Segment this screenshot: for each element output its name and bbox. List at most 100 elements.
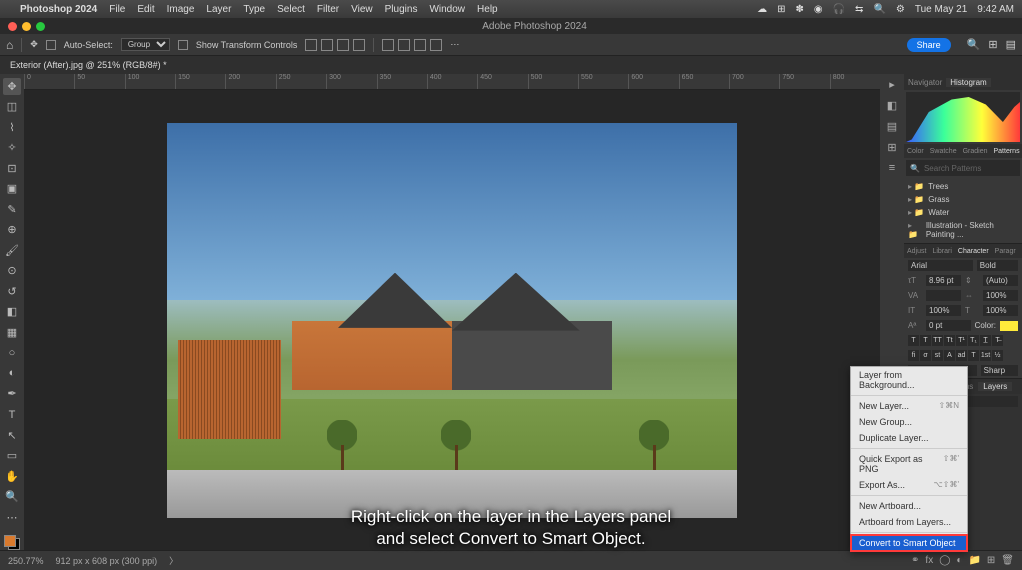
- ctx-duplicate-layer[interactable]: Duplicate Layer...: [851, 430, 967, 446]
- distribute-icon[interactable]: [398, 39, 410, 51]
- zoom-level[interactable]: 250.77%: [8, 556, 44, 566]
- lasso-tool[interactable]: ⌇: [3, 119, 21, 136]
- panel-icon[interactable]: ⊞: [887, 141, 896, 154]
- patterns-search[interactable]: 🔍 Search Patterns: [906, 160, 1020, 176]
- underline-button[interactable]: T̲: [980, 335, 991, 346]
- align-icon[interactable]: [321, 39, 333, 51]
- antialias-field[interactable]: Sharp: [981, 365, 1018, 376]
- pattern-folder[interactable]: ▸ 📁Trees: [908, 180, 1018, 193]
- frame-tool[interactable]: ▣: [3, 181, 21, 198]
- path-tool[interactable]: ↖: [3, 427, 21, 444]
- allcaps-button[interactable]: TT: [932, 335, 943, 346]
- menubar-icon[interactable]: ◉: [814, 4, 823, 15]
- vscale-field[interactable]: 100%: [926, 305, 961, 316]
- blur-tool[interactable]: ○: [3, 345, 21, 362]
- ctx-layer-from-background[interactable]: Layer from Background...: [851, 367, 967, 393]
- align-icon[interactable]: [337, 39, 349, 51]
- eraser-tool[interactable]: ◧: [3, 304, 21, 321]
- layer-mask-icon[interactable]: ◯: [939, 555, 950, 566]
- dodge-tool[interactable]: ◐: [3, 365, 21, 382]
- wifi-icon[interactable]: ⇆: [855, 4, 863, 15]
- app-name[interactable]: Photoshop 2024: [20, 4, 97, 15]
- menu-type[interactable]: Type: [243, 4, 265, 15]
- ctx-new-layer[interactable]: New Layer...⇧⌘N: [851, 398, 967, 414]
- menu-help[interactable]: Help: [477, 4, 498, 15]
- shape-tool[interactable]: ▭: [3, 447, 21, 464]
- zoom-tool[interactable]: 🔍: [3, 488, 21, 505]
- strike-button[interactable]: T̶: [992, 335, 1003, 346]
- doc-info[interactable]: 912 px x 608 px (300 ppi): [56, 556, 158, 566]
- tab-histogram[interactable]: Histogram: [946, 78, 990, 87]
- pattern-folder[interactable]: ▸ 📁Illustration - Sketch Painting ...: [908, 219, 1018, 241]
- gradient-tool[interactable]: ▦: [3, 324, 21, 341]
- menu-layer[interactable]: Layer: [206, 4, 231, 15]
- ctx-new-group[interactable]: New Group...: [851, 414, 967, 430]
- adjustment-layer-icon[interactable]: ◐: [956, 555, 962, 566]
- home-icon[interactable]: ⌂: [6, 38, 13, 52]
- tab-character[interactable]: Character: [955, 248, 992, 255]
- menu-plugins[interactable]: Plugins: [385, 4, 418, 15]
- panel-icon[interactable]: ◧: [887, 99, 897, 112]
- menubar-icon[interactable]: ☁: [757, 4, 767, 15]
- tab-color[interactable]: Color: [904, 148, 927, 155]
- menubar-icon[interactable]: ⊞: [777, 4, 785, 15]
- tab-adjustments[interactable]: Adjust: [904, 248, 929, 255]
- more-icon[interactable]: ⋯: [450, 39, 459, 50]
- ctx-convert-smart-object[interactable]: Convert to Smart Object: [851, 535, 967, 551]
- panel-icon[interactable]: ▤: [1006, 38, 1016, 51]
- tab-gradients[interactable]: Gradien: [960, 148, 991, 155]
- tab-paragraph[interactable]: Paragr: [992, 248, 1019, 255]
- time[interactable]: 9:42 AM: [977, 4, 1014, 15]
- history-brush-tool[interactable]: ↺: [3, 283, 21, 300]
- pen-tool[interactable]: ✒: [3, 386, 21, 403]
- ctx-artboard-from-layers[interactable]: Artboard from Layers...: [851, 514, 967, 530]
- maximize-icon[interactable]: [36, 22, 45, 31]
- expand-icon[interactable]: ▸: [889, 78, 895, 91]
- distribute-icon[interactable]: [430, 39, 442, 51]
- auto-select-checkbox[interactable]: [46, 40, 56, 50]
- tracking-field[interactable]: 100%: [983, 290, 1018, 301]
- document-tab[interactable]: Exterior (After).jpg @ 251% (RGB/8#) *: [0, 56, 1022, 74]
- ctx-new-artboard[interactable]: New Artboard...: [851, 498, 967, 514]
- tab-swatches[interactable]: Swatche: [927, 148, 960, 155]
- crop-tool[interactable]: ⊡: [3, 160, 21, 177]
- hand-tool[interactable]: ✋: [3, 468, 21, 485]
- distribute-icon[interactable]: [414, 39, 426, 51]
- distribute-icon[interactable]: [382, 39, 394, 51]
- menu-edit[interactable]: Edit: [137, 4, 154, 15]
- menu-select[interactable]: Select: [277, 4, 305, 15]
- font-size-field[interactable]: 8.96 pt: [926, 275, 961, 286]
- move-tool[interactable]: ✥: [3, 78, 21, 95]
- link-layers-icon[interactable]: ⚭: [911, 555, 919, 566]
- tab-navigator[interactable]: Navigator: [904, 78, 946, 87]
- auto-select-dropdown[interactable]: Group: [121, 38, 170, 51]
- search-icon[interactable]: 🔍: [967, 38, 981, 51]
- layer-style-icon[interactable]: fx: [925, 555, 933, 566]
- text-color-swatch[interactable]: [1000, 321, 1018, 331]
- move-tool-icon[interactable]: ✥: [30, 39, 38, 50]
- wand-tool[interactable]: ✧: [3, 140, 21, 157]
- superscript-button[interactable]: T¹: [956, 335, 967, 346]
- menu-image[interactable]: Image: [167, 4, 195, 15]
- type-tool[interactable]: T: [3, 406, 21, 423]
- color-swatch[interactable]: [4, 535, 20, 550]
- panel-icon[interactable]: ≡: [889, 162, 895, 174]
- menu-filter[interactable]: Filter: [317, 4, 339, 15]
- baseline-field[interactable]: 0 pt: [926, 320, 971, 331]
- minimize-icon[interactable]: [22, 22, 31, 31]
- tab-patterns[interactable]: Patterns: [991, 148, 1022, 155]
- pattern-folder[interactable]: ▸ 📁Water: [908, 206, 1018, 219]
- menubar-icon[interactable]: ✽: [795, 4, 803, 15]
- brush-tool[interactable]: 🖌: [3, 242, 21, 259]
- leading-field[interactable]: (Auto): [983, 275, 1018, 286]
- subscript-button[interactable]: T₁: [968, 335, 979, 346]
- traffic-lights[interactable]: [8, 22, 45, 31]
- menu-window[interactable]: Window: [429, 4, 465, 15]
- hscale-field[interactable]: 100%: [983, 305, 1018, 316]
- ctx-export-as[interactable]: Export As...⌥⇧⌘': [851, 477, 967, 493]
- smallcaps-button[interactable]: Tt: [944, 335, 955, 346]
- font-weight-field[interactable]: Bold: [977, 260, 1018, 271]
- menubar-icon[interactable]: 🎧: [833, 4, 845, 15]
- canvas-area[interactable]: 0501001502002503003504004505005506006507…: [24, 74, 880, 550]
- bold-button[interactable]: T: [908, 335, 919, 346]
